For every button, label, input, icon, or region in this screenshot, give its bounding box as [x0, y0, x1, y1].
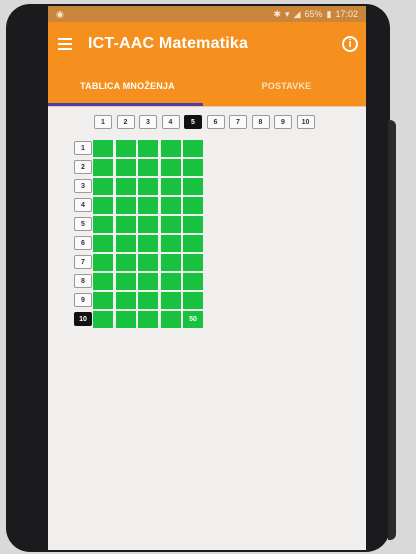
product-cell — [159, 253, 182, 272]
product-cell — [114, 139, 137, 158]
product-cell — [92, 139, 114, 158]
product-cell — [92, 272, 114, 291]
product-cell — [114, 177, 137, 196]
product-cell — [159, 272, 182, 291]
column-header-5[interactable]: 5 — [184, 115, 202, 129]
product-cell — [114, 291, 137, 310]
product-cell — [92, 234, 114, 253]
wifi-icon: ▾ — [285, 8, 290, 19]
product-cell — [114, 310, 137, 329]
row-header-3[interactable]: 3 — [74, 179, 92, 193]
phone-side-edge — [388, 120, 396, 540]
column-header-9[interactable]: 9 — [274, 115, 292, 129]
product-cell — [92, 196, 114, 215]
product-cell — [114, 158, 137, 177]
row-header-7[interactable]: 7 — [74, 255, 92, 269]
circle-icon: ◉ — [56, 8, 64, 19]
product-cell — [92, 215, 114, 234]
product-cell — [114, 272, 137, 291]
product-cell — [182, 215, 204, 234]
multiplication-table: 1 2 3 4 5 6 7 8 9 10 1 2 3 4 5 6 7 8 9 10 50 — [48, 107, 366, 535]
column-header-4[interactable]: 4 — [161, 115, 180, 129]
tab-bar: TABLICA MNOŽENJA POSTAVKE — [48, 66, 366, 107]
product-cell — [182, 291, 204, 310]
product-cell — [159, 215, 182, 234]
column-header-6[interactable]: 6 — [206, 115, 225, 129]
product-cell — [182, 196, 204, 215]
info-icon[interactable]: i — [342, 36, 358, 52]
column-header-7[interactable]: 7 — [229, 115, 247, 129]
product-cell — [137, 272, 159, 291]
product-cell — [114, 196, 137, 215]
app-title: ICT-AAC Matematika — [88, 35, 249, 52]
product-cell — [182, 158, 204, 177]
status-bar: ◉ ✱ ▾ ◢ 65% ▮ 17:02 — [48, 6, 366, 22]
product-cell — [159, 139, 182, 158]
product-cell — [182, 139, 204, 158]
row-header-8[interactable]: 8 — [74, 274, 92, 288]
product-cell — [137, 310, 159, 329]
product-cell — [137, 177, 159, 196]
app-bar: ICT-AAC Matematika i — [48, 22, 366, 66]
product-cell — [137, 158, 159, 177]
product-cell — [159, 310, 182, 329]
product-cell — [182, 177, 204, 196]
signal-icon: ◢ — [293, 8, 301, 19]
product-cell — [182, 234, 204, 253]
result-cell: 50 — [182, 310, 204, 329]
row-header-4[interactable]: 4 — [74, 198, 92, 212]
active-tab-indicator — [48, 103, 203, 106]
product-cell — [159, 158, 182, 177]
status-time: 17:02 — [335, 9, 358, 19]
column-header-3[interactable]: 3 — [139, 115, 157, 129]
row-header-6[interactable]: 6 — [74, 236, 92, 250]
status-right: ✱ ▾ ◢ 65% ▮ 17:02 — [274, 9, 359, 20]
product-cell — [159, 234, 182, 253]
row-header-9[interactable]: 9 — [74, 293, 92, 307]
column-header-2[interactable]: 2 — [116, 115, 135, 129]
bluetooth-icon: ✱ — [273, 8, 282, 19]
product-cell — [92, 158, 114, 177]
product-cell — [137, 215, 159, 234]
row-header-10[interactable]: 10 — [74, 312, 92, 326]
phone-screen: ◉ ✱ ▾ ◢ 65% ▮ 17:02 ICT-AAC Matematika i… — [48, 6, 366, 550]
product-cell — [92, 310, 114, 329]
product-cell — [159, 291, 182, 310]
product-cell — [182, 272, 204, 291]
product-cell — [182, 253, 204, 272]
product-cell — [114, 215, 137, 234]
row-header-1[interactable]: 1 — [74, 141, 92, 155]
product-cell — [114, 234, 137, 253]
hamburger-menu-icon[interactable] — [58, 38, 72, 50]
product-cell — [159, 196, 182, 215]
battery-icon: ▮ — [326, 8, 332, 19]
tab-postavke[interactable]: POSTAVKE — [207, 66, 366, 106]
tab-tablica-mnozenja[interactable]: TABLICA MNOŽENJA — [48, 66, 207, 106]
column-header-8[interactable]: 8 — [251, 115, 270, 129]
product-cell — [137, 139, 159, 158]
battery-percent: 65% — [304, 9, 323, 19]
row-header-5[interactable]: 5 — [74, 217, 92, 231]
column-header-10[interactable]: 10 — [296, 115, 315, 129]
product-cell — [114, 253, 137, 272]
product-cell — [92, 291, 114, 310]
column-header-1[interactable]: 1 — [94, 115, 112, 129]
product-cell — [137, 234, 159, 253]
product-cell — [137, 196, 159, 215]
product-cell — [92, 253, 114, 272]
product-cell — [137, 253, 159, 272]
product-cell — [159, 177, 182, 196]
product-cell — [92, 177, 114, 196]
product-cell — [137, 291, 159, 310]
row-header-2[interactable]: 2 — [74, 160, 92, 174]
